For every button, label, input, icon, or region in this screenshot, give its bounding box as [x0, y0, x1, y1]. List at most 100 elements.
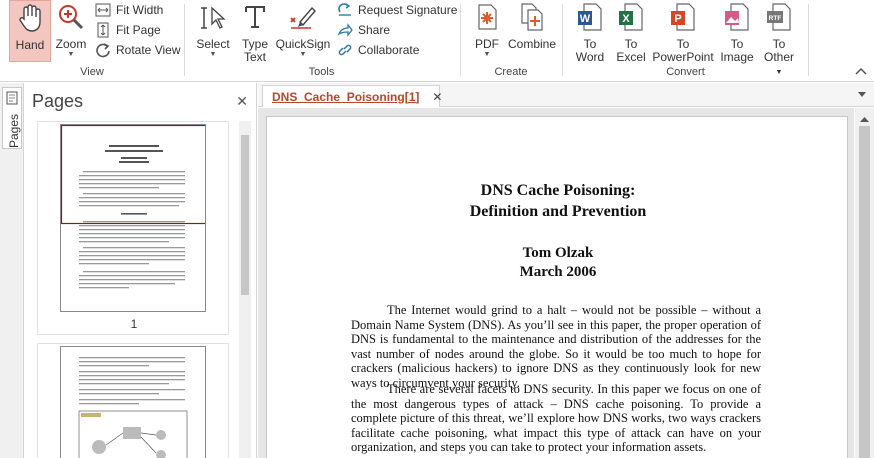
share-button[interactable]: Share [337, 20, 390, 40]
to-word-label-2: Word [575, 50, 605, 64]
to-excel-label-2: Excel [616, 50, 646, 64]
zoom-icon [59, 5, 84, 30]
zoom-label: Zoom [55, 37, 87, 51]
page-thumbnail-1[interactable]: 1 [37, 121, 229, 335]
quicksign-label: QuickSign [275, 37, 331, 51]
fit-width-label: Fit Width [116, 3, 164, 17]
page-thumbnail-1-image [60, 124, 206, 312]
combine-label: Combine [507, 37, 557, 51]
svg-text:X: X [622, 13, 630, 25]
document-tab-close-button[interactable]: ✕ [432, 90, 442, 104]
create-pdf-label: PDF [475, 37, 499, 51]
to-word-button[interactable]: W To Word [571, 0, 609, 64]
to-image-label-2: Image [720, 50, 754, 64]
page-icon [6, 91, 18, 105]
document-tab-bar: DNS_Cache_Poisoning[1] ✕ [258, 83, 874, 107]
convert-group: W To Word X To Excel P To PowerPoint To … [563, 0, 808, 82]
pages-tab-label: Pages [7, 113, 21, 148]
page-2-preview [78, 357, 188, 458]
combine-button[interactable]: Combine [507, 0, 557, 64]
type-text-button[interactable]: Type Text [237, 0, 273, 64]
page-thumbnail-2[interactable] [37, 343, 229, 458]
document-paragraph-2-text: There are several facets to DNS security… [351, 382, 761, 454]
type-text-icon [245, 6, 265, 28]
document-viewport[interactable]: DNS Cache Poisoning: Definition and Prev… [258, 108, 854, 458]
document-scrollbar[interactable] [855, 108, 874, 458]
tab-list-dropdown-button[interactable] [856, 88, 868, 100]
scroll-up-button[interactable] [859, 112, 870, 122]
fit-page-button[interactable]: Fit Page [95, 20, 161, 40]
document-author: Tom Olzak [522, 245, 594, 261]
page-1-preview [61, 125, 205, 289]
pages-panel-scrollbar-thumb[interactable] [241, 135, 249, 295]
arrow-up-icon [860, 117, 869, 122]
share-label: Share [358, 23, 391, 37]
powerpoint-doc-icon: P [671, 3, 695, 31]
image-doc-icon [725, 3, 749, 31]
create-pdf-icon [478, 4, 497, 30]
to-powerpoint-label-2: PowerPoint [652, 50, 714, 64]
hand-icon [19, 4, 41, 32]
to-powerpoint-button[interactable]: P To PowerPoint [651, 0, 715, 64]
pages-panel-tab[interactable]: Pages [2, 87, 22, 149]
to-image-button[interactable]: To Image [717, 0, 757, 64]
svg-text:W: W [580, 13, 591, 25]
convert-group-label: Convert [666, 66, 705, 78]
rotate-icon [96, 43, 110, 58]
fit-width-icon [95, 3, 111, 17]
to-other-text: Other [763, 50, 794, 64]
document-title-line-1: DNS Cache Poisoning: [480, 182, 636, 199]
request-signature-button[interactable]: Request Signature [337, 0, 457, 20]
to-other-button[interactable]: RTF To Other ▼ [759, 0, 799, 76]
svg-text:P: P [674, 13, 681, 25]
page-thumbnail-1-number: 1 [130, 317, 138, 331]
other-doc-icon: RTF [767, 3, 791, 31]
rotate-view-label: Rotate View [116, 43, 181, 57]
chevron-up-icon [855, 67, 867, 75]
ribbon-separator [808, 4, 809, 76]
document-paragraph-1-text: The Internet would grind to a halt – wou… [351, 303, 761, 390]
collapse-ribbon-button[interactable] [854, 65, 868, 75]
to-excel-button[interactable]: X To Excel [613, 0, 649, 64]
page-thumbnail-2-image [60, 346, 206, 458]
select-label: Select [196, 37, 230, 51]
quicksign-pen-icon [290, 6, 316, 29]
fit-width-button[interactable]: Fit Width [95, 0, 163, 20]
side-panel-strip: Pages [0, 83, 24, 458]
type-text-label-2: Text [243, 50, 266, 64]
zoom-button[interactable]: Zoom ▼ [54, 0, 88, 64]
pages-panel-title: Pages [32, 91, 84, 111]
view-group: Hand Zoom ▼ Fit Width Fit Page Rotate Vi… [0, 0, 184, 82]
document-date: March 2006 [519, 264, 597, 280]
select-button[interactable]: Select ▼ [195, 0, 231, 64]
chevron-down-icon [858, 92, 866, 97]
document-tab-label: DNS_Cache_Poisoning[1] [272, 89, 420, 104]
document-title-line-2: Definition and Prevention [469, 203, 647, 220]
word-doc-icon: W [578, 3, 602, 31]
pages-panel-scrollbar[interactable] [239, 121, 251, 458]
document-tab[interactable]: DNS_Cache_Poisoning[1] ✕ [262, 85, 442, 107]
select-cursor-icon [201, 6, 226, 29]
excel-doc-icon: X [619, 3, 643, 31]
svg-text:RTF: RTF [769, 15, 782, 22]
fit-page-label: Fit Page [116, 23, 161, 37]
create-group-label: Create [494, 66, 528, 78]
document-scrollbar-thumb[interactable] [859, 126, 870, 458]
quicksign-button[interactable]: QuickSign ▼ [275, 0, 331, 64]
collaborate-button[interactable]: Collaborate [337, 40, 419, 60]
hand-tool-button[interactable]: Hand [9, 0, 51, 62]
share-icon [337, 23, 353, 37]
zoom-dropdown-icon: ▼ [67, 51, 75, 58]
create-pdf-button[interactable]: PDF ▼ [469, 0, 505, 64]
tools-group: Select ▼ Type Text QuickSign ▼ Request S… [185, 0, 458, 82]
select-dropdown-icon: ▼ [209, 51, 217, 58]
quicksign-dropdown-icon: ▼ [299, 51, 307, 58]
pages-panel: Pages ✕ 1 [25, 83, 257, 458]
collaborate-icon [338, 44, 352, 56]
request-signature-icon [338, 3, 351, 16]
create-pdf-dropdown-icon: ▼ [483, 51, 491, 58]
rotate-view-button[interactable]: Rotate View [95, 40, 180, 60]
collaborate-label: Collaborate [358, 43, 420, 57]
create-group: PDF ▼ Combine Create [461, 0, 561, 82]
pages-panel-close-button[interactable]: ✕ [236, 93, 248, 110]
